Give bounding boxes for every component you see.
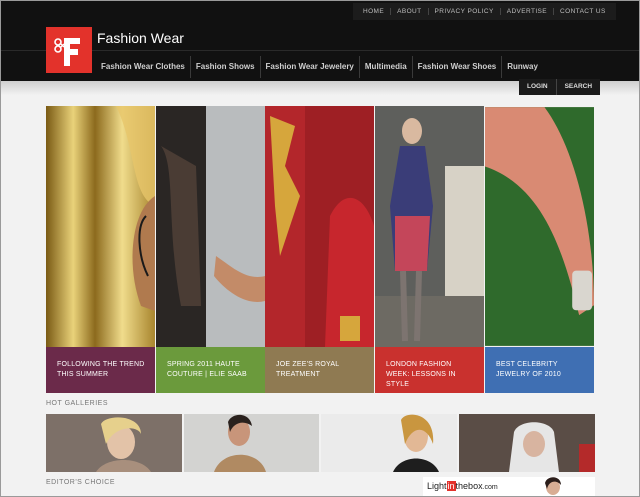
- ad-logo-part-2: in: [446, 481, 456, 491]
- page-frame: HOME ABOUT PRIVACY POLICY ADVERTISE CONT…: [0, 0, 640, 497]
- gallery-thumb-2[interactable]: [184, 414, 319, 472]
- slide-2[interactable]: Spring 2011 Haute Couture | Elie Saab: [156, 106, 265, 393]
- top-links-bar: HOME ABOUT PRIVACY POLICY ADVERTISE CONT…: [353, 3, 616, 20]
- site-title[interactable]: Fashion Wear: [97, 30, 184, 46]
- gallery-thumb-2-image: [184, 414, 319, 472]
- top-link-contact-us[interactable]: CONTACT US: [553, 8, 612, 15]
- slide-2-caption[interactable]: Spring 2011 Haute Couture | Elie Saab: [156, 347, 265, 393]
- top-link-about[interactable]: ABOUT: [390, 8, 427, 15]
- ad-logo-part-1: Light: [427, 481, 447, 491]
- slide-5[interactable]: Best Celebrity Jewelry of 2010: [485, 106, 595, 393]
- nav-item-multimedia[interactable]: Multimedia: [358, 56, 412, 78]
- search-button[interactable]: SEARCH: [555, 79, 600, 95]
- site-header: HOME ABOUT PRIVACY POLICY ADVERTISE CONT…: [1, 1, 639, 81]
- header-divider: [1, 50, 639, 51]
- utility-bar: LOGIN SEARCH: [519, 79, 601, 95]
- slide-1-image: [46, 106, 155, 347]
- gallery-thumb-4[interactable]: [459, 414, 595, 472]
- ad-logo: Lightinthebox.com: [427, 481, 498, 491]
- slide-4-caption[interactable]: London Fashion Week: Lessons in Style: [375, 347, 484, 393]
- login-button[interactable]: LOGIN: [519, 79, 556, 95]
- gallery-thumb-3-image: [321, 414, 457, 472]
- site-logo[interactable]: [46, 27, 92, 73]
- ad-logo-part-3: thebox: [455, 481, 483, 491]
- top-link-advertise[interactable]: ADVERTISE: [499, 8, 553, 15]
- fashion-logo-icon: [54, 38, 80, 66]
- nav-item-fashion-shows[interactable]: Fashion Shows: [189, 56, 260, 78]
- slide-2-image: [156, 106, 265, 347]
- gallery-thumb-1-image: [46, 414, 182, 472]
- ad-logo-part-4: .com: [482, 484, 498, 491]
- gallery-thumb-1[interactable]: [46, 414, 182, 472]
- slide-5-caption[interactable]: Best Celebrity Jewelry of 2010: [485, 347, 594, 393]
- nav-item-runway[interactable]: Runway: [501, 56, 543, 78]
- section-title-editors-choice: EDITOR'S CHOICE: [46, 479, 115, 486]
- top-link-privacy-policy[interactable]: PRIVACY POLICY: [427, 8, 500, 15]
- slide-5-image: [485, 107, 594, 346]
- top-link-home[interactable]: HOME: [357, 8, 390, 15]
- advertisement-banner[interactable]: Lightinthebox.com: [423, 477, 595, 496]
- gallery-thumb-4-image: [459, 414, 595, 472]
- nav-item-fashion-wear-shoes[interactable]: Fashion Wear Shoes: [411, 56, 502, 78]
- slide-3-caption[interactable]: Joe Zee's Royal Treatment: [265, 347, 374, 393]
- slide-3-image: [265, 106, 374, 347]
- slide-3[interactable]: Joe Zee's Royal Treatment: [265, 106, 374, 393]
- gallery-thumb-3[interactable]: [321, 414, 457, 472]
- main-nav: Fashion Wear Clothes Fashion Shows Fashi…: [96, 56, 543, 78]
- slide-1-caption[interactable]: Following the trend this summer: [46, 347, 155, 393]
- featured-slider: Following the trend this summer Spring 2…: [46, 106, 595, 393]
- ad-model-image: [545, 477, 561, 495]
- slide-4[interactable]: London Fashion Week: Lessons in Style: [375, 106, 484, 393]
- slide-4-image: [375, 106, 484, 347]
- nav-item-fashion-wear-jewelery[interactable]: Fashion Wear Jewelery: [259, 56, 359, 78]
- nav-item-fashion-wear-clothes[interactable]: Fashion Wear Clothes: [96, 56, 190, 78]
- section-title-hot-galleries: HOT GALLERIES: [46, 400, 109, 407]
- slide-1[interactable]: Following the trend this summer: [46, 106, 155, 393]
- hot-galleries: [46, 414, 595, 472]
